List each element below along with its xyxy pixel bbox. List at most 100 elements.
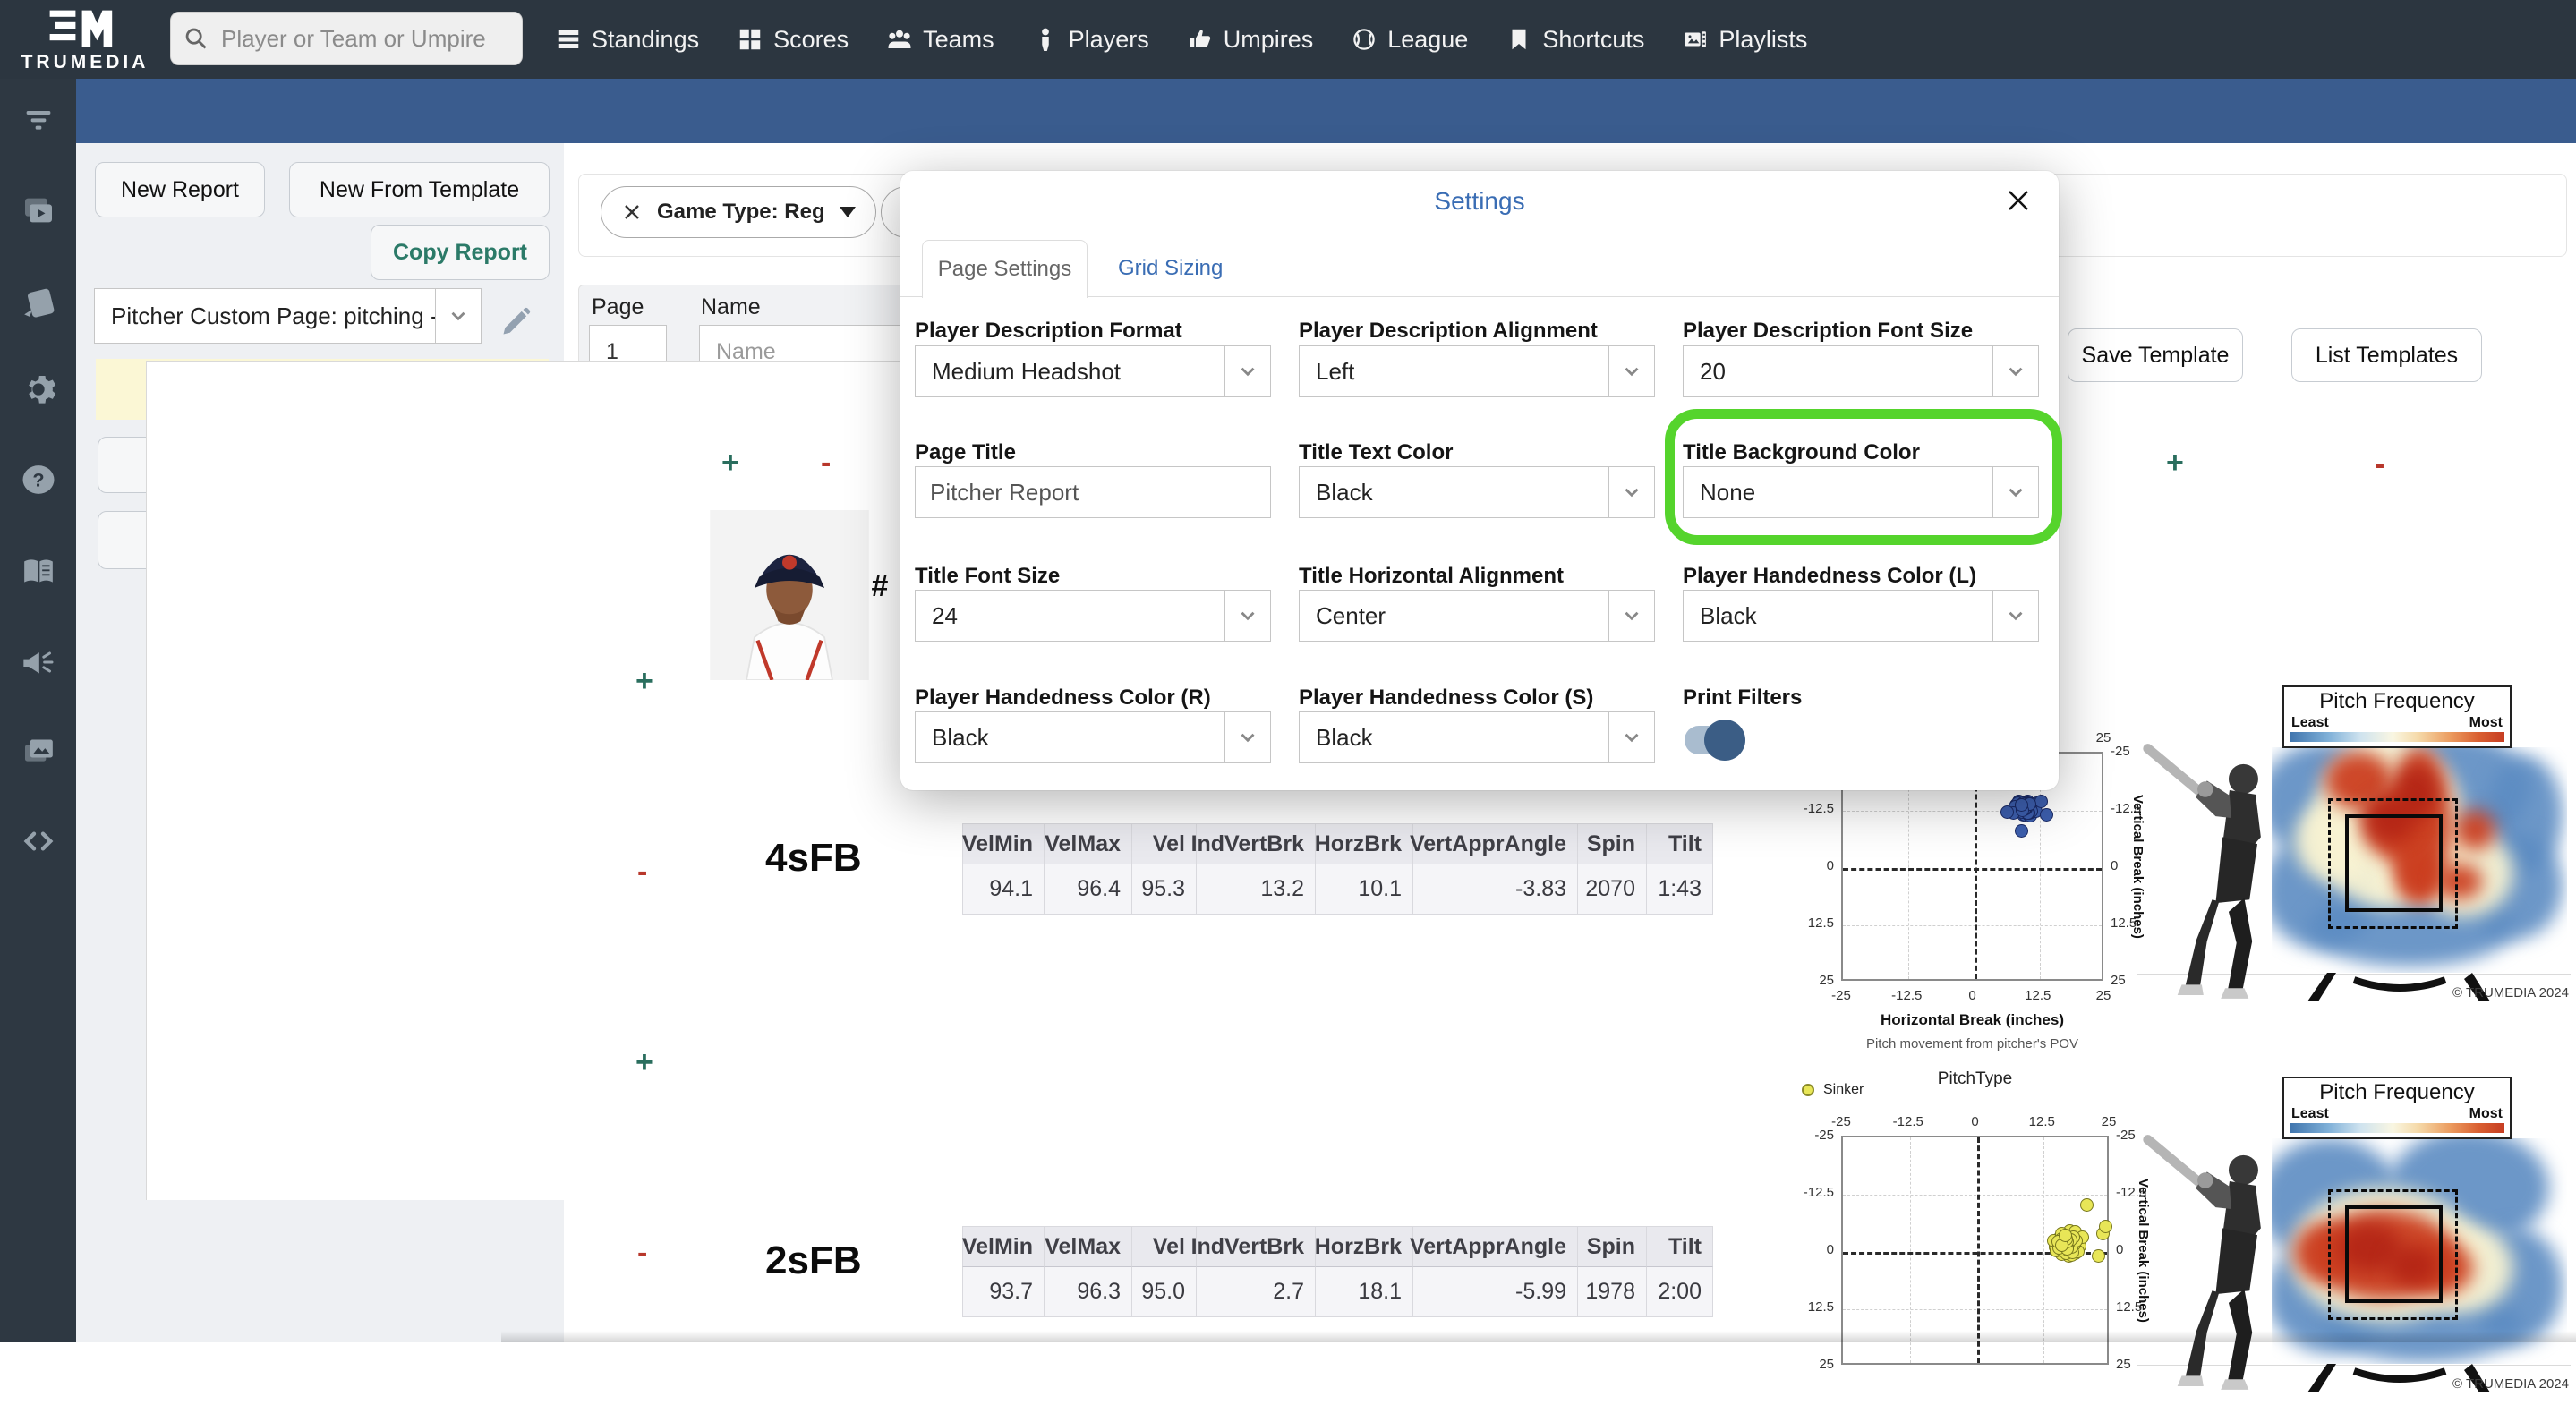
column-header: VelMin bbox=[962, 823, 1045, 864]
edit-report-pencil-icon[interactable] bbox=[499, 306, 532, 343]
stat-value: 93.7 bbox=[962, 1267, 1045, 1317]
sidebar-gear-icon[interactable] bbox=[0, 362, 76, 416]
nav-item-scores[interactable]: Scores bbox=[737, 26, 849, 54]
stat-value: 95.3 bbox=[1132, 864, 1197, 915]
grid-remove-button[interactable]: - bbox=[637, 1236, 647, 1271]
sidebar-book-icon[interactable] bbox=[0, 545, 76, 599]
y-tick-label: 25 bbox=[2111, 973, 2126, 988]
close-icon[interactable] bbox=[2005, 187, 2035, 217]
title-text-color-select[interactable]: Black bbox=[1299, 466, 1655, 518]
selected-value: Left bbox=[1316, 357, 1355, 385]
tab-page-settings[interactable]: Page Settings bbox=[922, 240, 1088, 298]
close-icon[interactable] bbox=[621, 201, 643, 223]
nav-item-label: Standings bbox=[592, 25, 700, 53]
player-description-font-size-select[interactable]: 20 bbox=[1683, 345, 2039, 397]
trumedia-watermark: © TRUMEDIA 2024 bbox=[2452, 1376, 2569, 1392]
game-type-filter-chip[interactable]: Game Type: Reg bbox=[601, 186, 876, 238]
field-label: Player Description Alignment bbox=[1299, 319, 1598, 343]
player-handedness-color-r--select[interactable]: Black bbox=[915, 711, 1271, 763]
player-description-alignment-select[interactable]: Left bbox=[1299, 345, 1655, 397]
title-horizontal-alignment-select[interactable]: Center bbox=[1299, 590, 1655, 642]
y-tick-label: 0 bbox=[2116, 1242, 2124, 1257]
sidebar-help-icon[interactable]: ? bbox=[0, 453, 76, 507]
chevron-down-icon bbox=[435, 289, 481, 343]
column-header: HorzBrk bbox=[1315, 823, 1413, 864]
heatmap-title: Pitch Frequency bbox=[2319, 1080, 2475, 1104]
new-from-template-button[interactable]: New From Template bbox=[289, 162, 550, 217]
shortcuts-icon bbox=[1506, 26, 1532, 53]
pitch-stats-table: VelMin VelMax Vel IndVertBrk HorzBrk VertAppr… bbox=[962, 1226, 1713, 1317]
sidebar-code-icon[interactable] bbox=[0, 814, 76, 868]
x-tick-label: 0 bbox=[1968, 988, 1976, 1003]
pitch-section-4sfb: 4sFB VelMin VelMax Vel IndVertBrk HorzBrk Vert… bbox=[756, 823, 1741, 922]
plot-caption: Pitch movement from pitcher's POV bbox=[1865, 1036, 2079, 1052]
sidebar-video-playlist-icon[interactable] bbox=[0, 183, 76, 237]
plot-title: PitchType bbox=[1937, 1069, 2013, 1088]
column-header: VertApprAngle bbox=[1410, 1226, 1578, 1267]
grid-add-button[interactable]: + bbox=[635, 664, 653, 699]
save-template-button[interactable]: Save Template bbox=[2068, 328, 2243, 382]
x-tick-label: -25 bbox=[1831, 1114, 1851, 1129]
y-tick-label: -12.5 bbox=[1803, 1185, 1834, 1200]
trumedia-logo[interactable]: TRUMEDIA bbox=[9, 2, 161, 77]
x-tick-label: 25 bbox=[2095, 730, 2111, 745]
modal-title: Settings bbox=[1434, 187, 1525, 215]
grid-remove-button[interactable]: - bbox=[2375, 447, 2384, 482]
selected-value: 20 bbox=[1700, 357, 1726, 385]
plot-legend: Sinker bbox=[1802, 1082, 1864, 1098]
y-tick-label: 12.5 bbox=[2116, 1299, 2143, 1315]
sidebar-filter-icon[interactable] bbox=[0, 93, 76, 147]
grid-add-button[interactable]: + bbox=[635, 1045, 653, 1080]
nav-item-label: Players bbox=[1068, 25, 1149, 53]
data-point bbox=[2098, 1220, 2112, 1234]
top-nav: TRUMEDIA Standings Scores Teams Players Umpi… bbox=[0, 0, 2576, 79]
nav-item-players[interactable]: Players bbox=[1032, 26, 1149, 54]
column-header: Vel bbox=[1132, 1226, 1197, 1267]
x-tick-label: 0 bbox=[1971, 1114, 1979, 1129]
column-header: IndVertBrk bbox=[1191, 823, 1316, 864]
sidebar-images-icon[interactable] bbox=[0, 724, 76, 778]
x-tick-label: -12.5 bbox=[1891, 988, 1923, 1003]
strike-zone bbox=[2345, 1205, 2443, 1303]
new-report-button[interactable]: New Report bbox=[95, 162, 265, 217]
report-select[interactable]: Pitcher Custom Page: pitching -... bbox=[94, 288, 482, 344]
global-search[interactable] bbox=[170, 12, 523, 65]
grid-add-button[interactable]: + bbox=[2166, 446, 2184, 481]
player-handedness-color-l--select[interactable]: Black bbox=[1683, 590, 2039, 642]
chevron-down-icon bbox=[1224, 591, 1270, 641]
title-font-size-select[interactable]: 24 bbox=[915, 590, 1271, 642]
grid-remove-button[interactable]: - bbox=[821, 446, 831, 481]
umpires-icon bbox=[1187, 26, 1214, 53]
data-point bbox=[2059, 1228, 2073, 1242]
nav-item-shortcuts[interactable]: Shortcuts bbox=[1506, 26, 1644, 54]
copy-report-button[interactable]: Copy Report bbox=[371, 225, 550, 280]
player-handedness-color-s--select[interactable]: Black bbox=[1299, 711, 1655, 763]
nav-item-umpires[interactable]: Umpires bbox=[1187, 26, 1313, 54]
selected-value: Medium Headshot bbox=[932, 357, 1121, 385]
field-label: Print Filters bbox=[1683, 685, 1803, 710]
title-background-color-select[interactable]: None bbox=[1683, 466, 2039, 518]
tab-grid-sizing[interactable]: Grid Sizing bbox=[1118, 240, 1223, 297]
list-templates-button[interactable]: List Templates bbox=[2291, 328, 2482, 382]
scale-min-label: Least bbox=[2291, 1106, 2329, 1121]
chevron-down-icon bbox=[1608, 591, 1654, 641]
nav-item-playlists[interactable]: Playlists bbox=[1682, 26, 1807, 54]
sidebar-whiteboard-icon[interactable] bbox=[0, 276, 76, 329]
nav-item-league[interactable]: League bbox=[1351, 26, 1468, 54]
grid-remove-button[interactable]: - bbox=[637, 855, 647, 890]
stat-value: 96.3 bbox=[1045, 1267, 1132, 1317]
scale-min-label: Least bbox=[2291, 715, 2329, 730]
field-label: Player Handedness Color (S) bbox=[1299, 685, 1594, 710]
nav-item-teams[interactable]: Teams bbox=[886, 26, 994, 54]
player-number-prefix: # bbox=[871, 569, 888, 603]
page-title-input[interactable]: Pitcher Report bbox=[915, 466, 1271, 518]
search-input[interactable] bbox=[219, 23, 509, 54]
player-description-format-select[interactable]: Medium Headshot bbox=[915, 345, 1271, 397]
grid-add-button[interactable]: + bbox=[721, 446, 739, 481]
print-filters-toggle[interactable] bbox=[1685, 720, 1745, 761]
stat-value: 2.7 bbox=[1197, 1267, 1316, 1317]
sidebar-megaphone-icon[interactable] bbox=[0, 635, 76, 689]
nav-item-standings[interactable]: Standings bbox=[555, 26, 699, 54]
nav-item-label: Teams bbox=[923, 25, 994, 53]
data-point bbox=[2034, 795, 2048, 809]
